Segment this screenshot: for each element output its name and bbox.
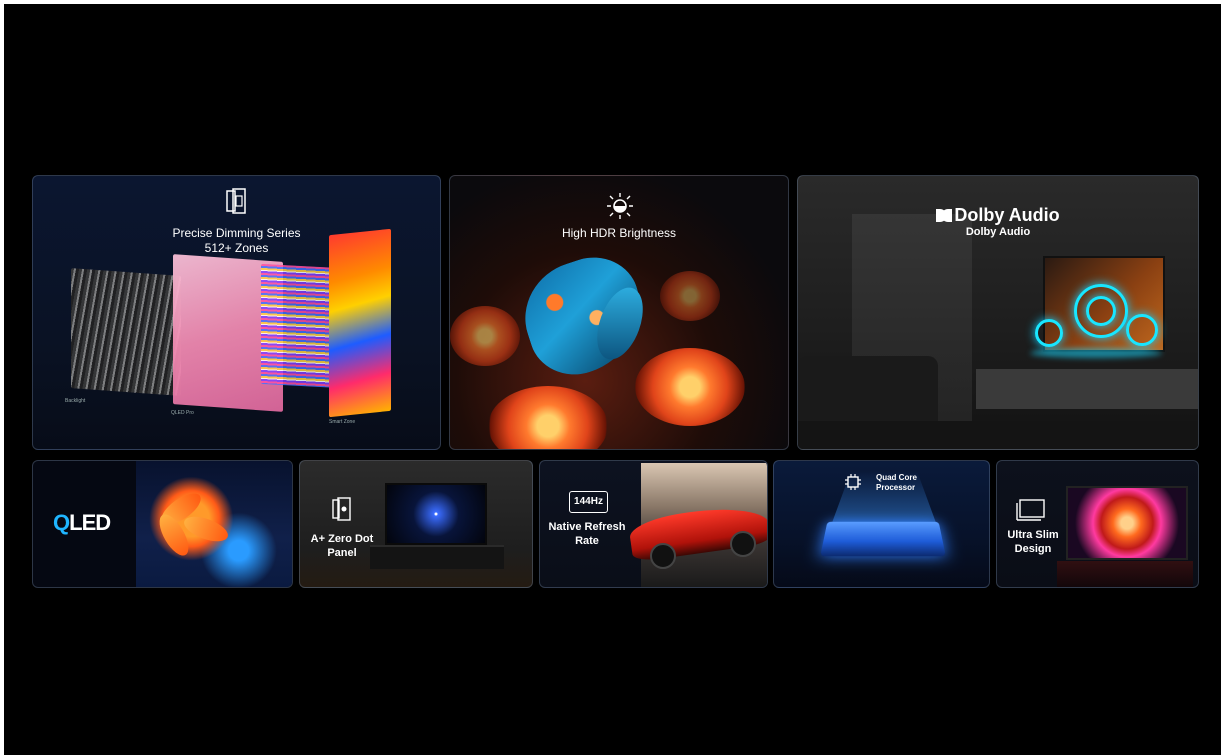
tile-zero-dot-panel: A+ Zero Dot Panel [299, 460, 533, 588]
room-floor [798, 421, 1198, 449]
processor-chip [820, 521, 946, 557]
dolby-icon [936, 209, 953, 222]
flower-left [488, 386, 608, 449]
refresh-badge: 144Hz [569, 491, 608, 513]
hdr-title: High HDR Brightness [561, 226, 677, 240]
tv-stand [370, 545, 504, 569]
car-wheel [650, 543, 676, 569]
tile-dolby-audio: Dolby Audio Dolby Audio [797, 175, 1199, 450]
sun-icon [607, 193, 633, 219]
flower-right [635, 348, 745, 426]
qled-q-letter: Q [53, 510, 70, 535]
dolby-subtitle: Dolby Audio [965, 226, 1031, 238]
tile-ultra-slim: Ultra Slim Design [996, 460, 1199, 588]
processor-sub: Processor [876, 483, 916, 492]
qled-rest: LED [69, 510, 111, 535]
refresh-sub: Rate [575, 534, 599, 547]
tile-hdr-brightness: High HDR Brightness [449, 175, 789, 450]
processor-title: Quad Core [876, 473, 917, 482]
zero-dot-tv [385, 483, 487, 545]
tile-quad-core: Quad Core Processor [773, 460, 990, 588]
flower-bg2 [660, 271, 720, 321]
caption-smart: Smart Zone [329, 419, 356, 425]
sound-ring-left [1035, 319, 1063, 347]
flower-bg [450, 306, 520, 366]
dolby-brand: Dolby Audio [954, 205, 1060, 225]
tv-reflection [1057, 561, 1193, 587]
qled-brand: QLED [53, 509, 111, 537]
caption-qled: QLED Pro [171, 410, 194, 416]
sound-ring-right [1126, 314, 1158, 346]
layers-icon [226, 188, 246, 214]
sound-glow [1030, 348, 1162, 358]
panel-icon [332, 497, 351, 521]
slim-title: Ultra Slim [1007, 529, 1059, 541]
tv-cabinet [976, 369, 1198, 409]
tile-precise-dimming: Precise Dimming Series 512+ Zones Backli… [32, 175, 441, 450]
car-wheel [730, 531, 756, 557]
tile-refresh-rate: 144Hz Native Refresh Rate [539, 460, 768, 588]
refresh-title: Native Refresh [548, 521, 626, 533]
cpu-icon [845, 474, 861, 490]
slim-sub: Design [1014, 542, 1052, 555]
sound-ring-inner [1086, 296, 1116, 326]
slim-tv [1066, 486, 1188, 560]
caption-backlight: Backlight [65, 398, 86, 404]
screen-layer [329, 228, 391, 418]
backlight-layer [71, 268, 181, 396]
slim-tv-icon [1016, 499, 1045, 521]
tile-qled: QLED [32, 460, 293, 588]
